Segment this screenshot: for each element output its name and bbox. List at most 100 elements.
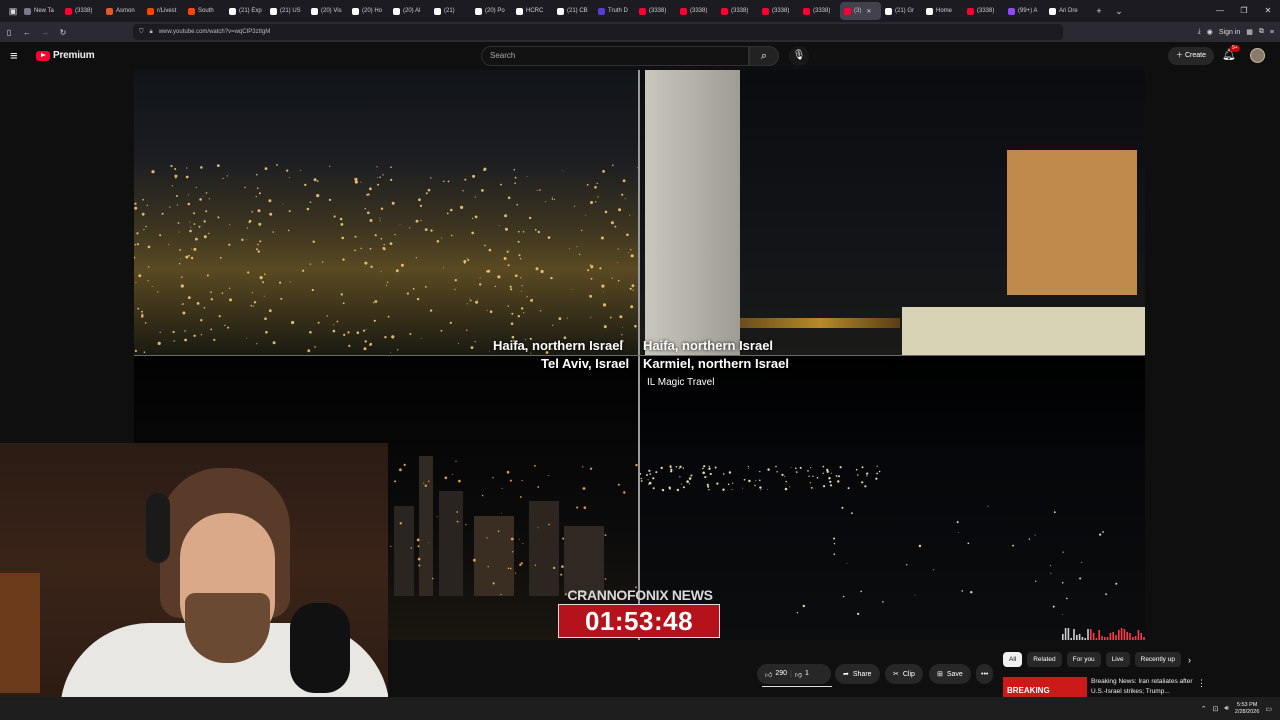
notification-icon[interactable]: ▭ xyxy=(1265,705,1272,713)
browser-tab[interactable]: (21) CB xyxy=(553,2,594,20)
browser-tab[interactable]: (3338) xyxy=(635,2,676,20)
light-point xyxy=(703,465,706,468)
light-point xyxy=(370,265,373,268)
browser-tab[interactable]: (21) US xyxy=(266,2,307,20)
lock-icon[interactable]: 🔒︎ xyxy=(150,29,153,36)
light-point xyxy=(364,208,366,210)
browser-tab[interactable]: (20) Ho xyxy=(348,2,389,20)
tab-list-icon[interactable]: ▣ xyxy=(6,6,20,17)
volume-icon[interactable]: 🔊︎ xyxy=(1224,705,1228,713)
browser-tab[interactable]: (3338) xyxy=(717,2,758,20)
back-icon[interactable]: ← xyxy=(18,28,36,37)
light-point xyxy=(706,483,709,486)
light-point xyxy=(170,164,173,168)
chevron-up-icon[interactable]: ⌃ xyxy=(1201,705,1207,713)
browser-tab[interactable]: (99+) A xyxy=(1004,2,1045,20)
download-icon[interactable]: ⤓ xyxy=(1198,28,1201,36)
light-point xyxy=(369,219,373,222)
chevron-right-icon[interactable]: › xyxy=(1188,655,1191,665)
light-point xyxy=(759,486,762,489)
filter-chip[interactable]: Live xyxy=(1105,652,1130,667)
clock-time: 5:53 PM xyxy=(1236,701,1258,708)
new-tab-button[interactable]: + xyxy=(1092,6,1106,16)
voice-search-button[interactable]: 🎙︎ xyxy=(789,46,809,66)
filter-chip[interactable]: All xyxy=(1003,652,1023,667)
tab-close-icon[interactable]: ✕ xyxy=(866,8,871,15)
dislike-count: 1 xyxy=(804,669,809,677)
create-button[interactable]: ＋ Create xyxy=(1168,47,1214,65)
filter-chip[interactable]: Related xyxy=(1027,652,1062,667)
browser-tab[interactable]: Asmon xyxy=(102,2,143,20)
light-point xyxy=(187,202,191,206)
light-point xyxy=(134,256,136,259)
light-point xyxy=(583,506,587,509)
browser-tab[interactable]: (3338) xyxy=(676,2,717,20)
restore-icon[interactable]: ❐ xyxy=(1232,0,1256,22)
browser-tab[interactable]: (3338) xyxy=(963,2,1004,20)
more-actions-button[interactable]: ••• xyxy=(976,664,994,684)
close-icon[interactable]: ✕ xyxy=(1256,0,1280,22)
headphone-icon xyxy=(146,493,170,563)
clip-button[interactable]: ✂ Clip xyxy=(885,664,923,684)
reload-icon[interactable]: ↻ xyxy=(54,28,72,37)
browser-tab[interactable]: (21) xyxy=(430,2,471,20)
light-point xyxy=(1028,538,1031,540)
like-button[interactable]: 👍︎ 290 xyxy=(765,670,787,679)
shield-icon[interactable]: ⛉ xyxy=(139,29,144,36)
extension-icon[interactable]: ▦ xyxy=(1246,28,1253,36)
network-icon[interactable]: ⊡ xyxy=(1213,705,1219,713)
url-text[interactable]: www.youtube.com/watch?v=wqCIP3ztIgM xyxy=(159,29,271,35)
browser-tab[interactable]: HCRC xyxy=(512,2,553,20)
browser-tab[interactable]: (21) Exp xyxy=(225,2,266,20)
tab-overflow-button[interactable]: ⌄ xyxy=(1112,6,1126,17)
menu-icon[interactable]: ≡ xyxy=(1270,29,1274,36)
search-button[interactable]: ⌕ xyxy=(749,46,779,66)
extensions-icon[interactable]: ⧉ xyxy=(1259,28,1264,36)
light-point xyxy=(226,175,228,177)
light-point xyxy=(506,470,510,474)
light-point xyxy=(622,179,626,183)
share-button[interactable]: ➦ Share xyxy=(835,664,880,684)
browser-tab[interactable]: (21) Gr xyxy=(881,2,922,20)
shoreline-lights xyxy=(740,318,900,328)
browser-tab[interactable]: (20) Vis xyxy=(307,2,348,20)
light-point xyxy=(384,336,387,339)
light-point xyxy=(161,212,164,215)
minimize-icon[interactable]: — xyxy=(1208,0,1232,22)
save-button[interactable]: ⊞ Save xyxy=(929,664,971,684)
browser-tab[interactable]: Truth D xyxy=(594,2,635,20)
browser-tab[interactable]: Home xyxy=(922,2,963,20)
tab-favicon-icon xyxy=(147,7,154,15)
recommendation-thumbnail[interactable]: BREAKING xyxy=(1003,677,1087,697)
browser-tab[interactable]: South xyxy=(184,2,225,20)
browser-tab[interactable]: New Ta xyxy=(20,2,61,20)
browser-tab[interactable]: (3338) xyxy=(61,2,102,20)
tab-favicon-icon xyxy=(803,7,810,15)
sidebar-toggle-icon[interactable]: ▯ xyxy=(0,28,18,37)
search-input[interactable]: Search xyxy=(481,46,749,66)
browser-tab[interactable]: (3) ✕ xyxy=(840,2,881,20)
forward-icon[interactable]: → xyxy=(36,28,54,37)
browser-tab[interactable]: (3338) xyxy=(758,2,799,20)
hamburger-menu-icon[interactable]: ≡ xyxy=(10,48,18,64)
light-point xyxy=(397,349,399,351)
dislike-button[interactable]: 👎︎ 1 xyxy=(795,670,809,679)
browser-tab[interactable]: (3338) xyxy=(799,2,840,20)
browser-tab[interactable]: Ari Dre xyxy=(1045,2,1086,20)
avatar[interactable] xyxy=(1250,48,1265,63)
address-bar[interactable]: ⛉ 🔒︎ www.youtube.com/watch?v=wqCIP3ztIgM xyxy=(133,24,1063,40)
sign-in-link[interactable]: Sign in xyxy=(1219,29,1240,36)
account-icon[interactable]: ◉ xyxy=(1207,28,1213,36)
recommendation-title[interactable]: Breaking News: Iran retaliates after U.S… xyxy=(1091,677,1201,697)
light-point xyxy=(518,538,520,540)
recommendation-menu-icon[interactable]: ⋮ xyxy=(1197,678,1206,689)
filter-chip[interactable]: Recently up xyxy=(1134,652,1181,667)
clock[interactable]: 5:53 PM 2/28/2026 xyxy=(1235,702,1259,716)
light-point xyxy=(1061,581,1064,584)
browser-tab[interactable]: (20) Po xyxy=(471,2,512,20)
browser-tab[interactable]: (20) Al xyxy=(389,2,430,20)
youtube-premium-logo[interactable]: Premium xyxy=(36,50,95,61)
light-point xyxy=(179,249,181,251)
filter-chip[interactable]: For you xyxy=(1066,652,1101,667)
browser-tab[interactable]: r/Livest xyxy=(143,2,184,20)
